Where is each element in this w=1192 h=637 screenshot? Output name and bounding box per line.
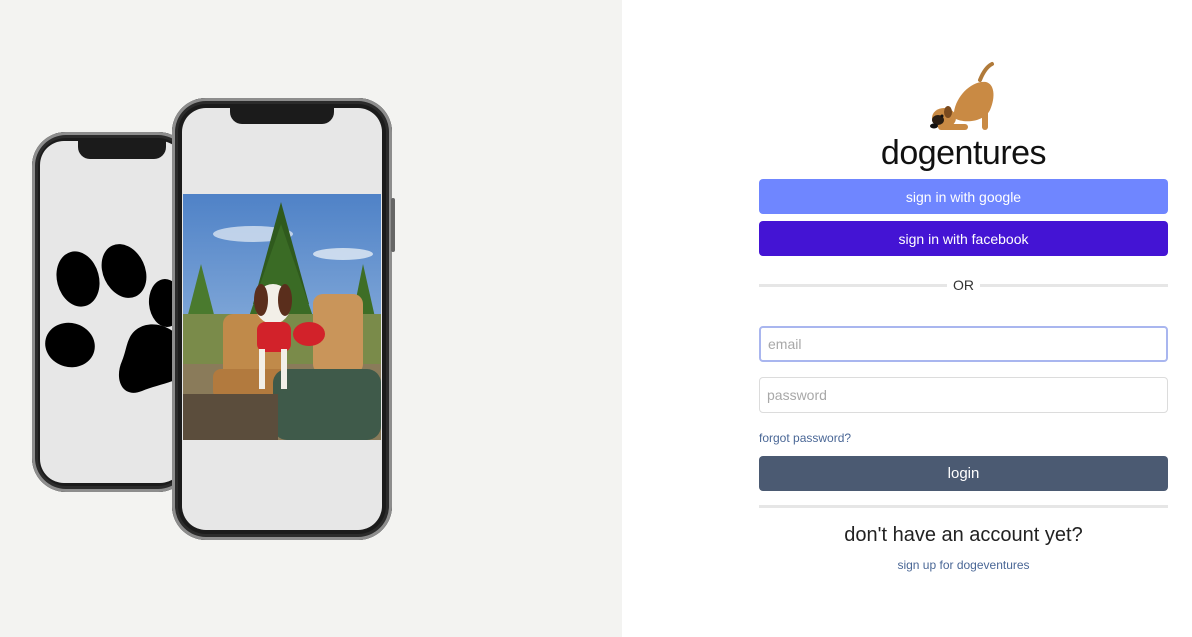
dog-stretching-icon bbox=[930, 62, 994, 130]
phone-notch bbox=[78, 141, 166, 159]
email-field[interactable] bbox=[759, 326, 1168, 362]
forgot-password-link[interactable]: forgot password? bbox=[759, 431, 851, 445]
paw-print-icon bbox=[45, 244, 184, 393]
phone-notch bbox=[230, 108, 334, 124]
hero-panel bbox=[0, 0, 622, 637]
brand-name: dogentures bbox=[880, 134, 1047, 172]
login-panel: dogentures sign in with google sign in w… bbox=[622, 0, 1192, 637]
signup-link[interactable]: sign up for dogeventures bbox=[759, 558, 1168, 572]
phone-mockup-front bbox=[172, 98, 395, 540]
phone-side-button bbox=[391, 198, 395, 252]
phone-mockup-back bbox=[32, 132, 192, 492]
login-button[interactable]: login bbox=[759, 456, 1168, 491]
sign-in-google-button[interactable]: sign in with google bbox=[759, 179, 1168, 214]
dog-in-car-photo bbox=[183, 194, 381, 440]
signup-prompt: don't have an account yet? bbox=[844, 524, 1083, 546]
sign-in-facebook-button[interactable]: sign in with facebook bbox=[759, 221, 1168, 256]
phone-screen bbox=[182, 108, 382, 530]
or-divider: OR bbox=[759, 276, 1168, 296]
divider-line bbox=[980, 284, 1168, 287]
password-field[interactable] bbox=[759, 377, 1168, 413]
section-separator bbox=[759, 505, 1168, 508]
phone-screen bbox=[40, 141, 184, 483]
